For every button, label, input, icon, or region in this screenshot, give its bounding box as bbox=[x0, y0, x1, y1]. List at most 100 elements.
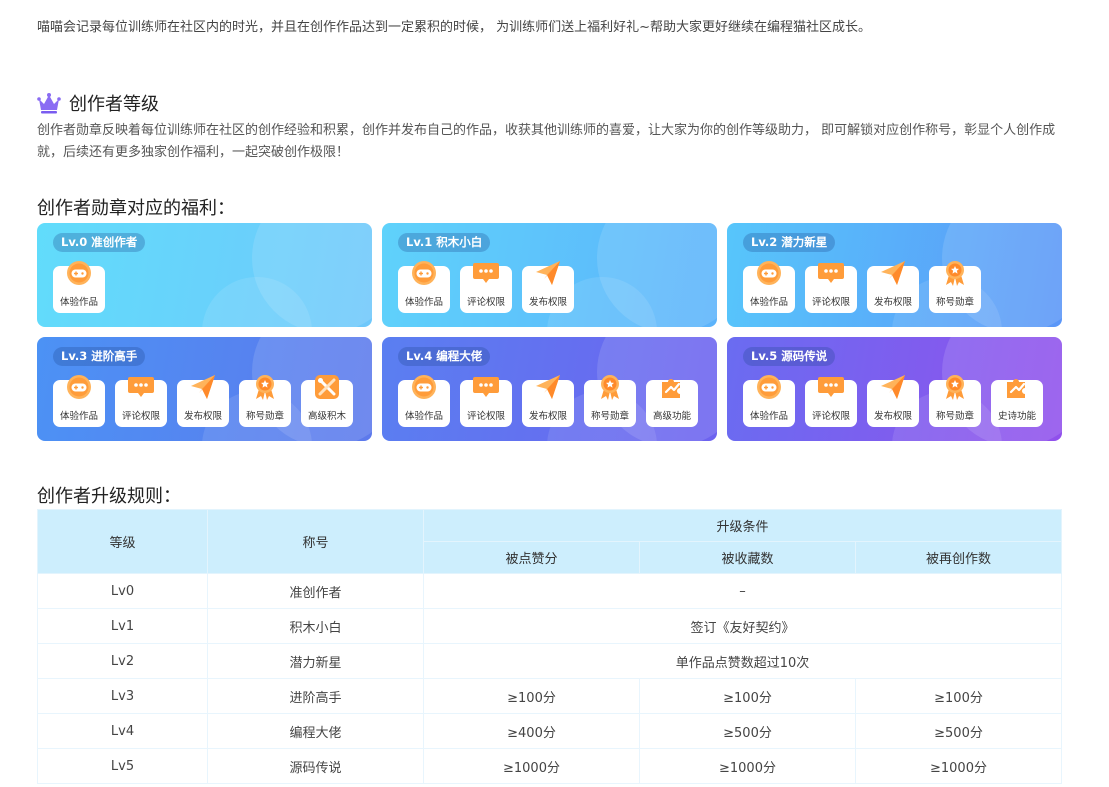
benefit-card-lv2: Lv.2 潜力新星体验作品 评论权限 发布权限 称号勋章 bbox=[727, 223, 1062, 327]
level-section-header: 创作者等级 bbox=[37, 90, 159, 116]
header-level: 等级 bbox=[37, 509, 208, 574]
level-badge: Lv.0 准创作者 bbox=[53, 233, 146, 252]
cell-level: Lv2 bbox=[37, 643, 208, 679]
table-row: Lv3 进阶高手 ≥100分 ≥100分 ≥100分 bbox=[37, 678, 1062, 714]
perk-label: 发布权限 bbox=[873, 297, 912, 308]
perk-list: 体验作品 评论权限 发布权限 称号勋章 高级功能 bbox=[398, 375, 698, 427]
header-favorites: 被收藏数 bbox=[639, 541, 856, 574]
header-title: 称号 bbox=[207, 509, 424, 574]
perk-label: 发布权限 bbox=[873, 411, 912, 422]
comment-icon bbox=[818, 374, 844, 400]
header-conditions: 升级条件 bbox=[423, 509, 1062, 542]
table-row: Lv2 潜力新星 单作品点赞数超过10次 bbox=[37, 643, 1062, 679]
level-badge: Lv.4 编程大佬 bbox=[398, 347, 491, 366]
cell-condition: 单作品点赞数超过10次 bbox=[423, 643, 1062, 679]
perk-item: 体验作品 bbox=[53, 261, 105, 313]
cell-title: 潜力新星 bbox=[207, 643, 424, 679]
paper-plane-icon bbox=[190, 374, 216, 400]
perk-item: 发布权限 bbox=[177, 375, 229, 427]
gamepad-icon bbox=[756, 374, 782, 400]
crown-icon bbox=[37, 93, 61, 114]
cell-favorites: ≥500分 bbox=[639, 713, 856, 749]
cell-remixes: ≥100分 bbox=[855, 678, 1062, 714]
comment-icon bbox=[128, 374, 154, 400]
perk-label: 发布权限 bbox=[528, 411, 567, 422]
perk-label: 体验作品 bbox=[749, 297, 788, 308]
paper-plane-icon bbox=[535, 260, 561, 286]
benefit-card-lv4: Lv.4 编程大佬 体验作品 评论权限 发布权限 称号勋章 高级功能 bbox=[382, 337, 717, 441]
puzzle-icon bbox=[659, 374, 685, 400]
perk-item: 体验作品 bbox=[398, 261, 450, 313]
cell-title: 准创作者 bbox=[207, 573, 424, 609]
perk-label: 高级功能 bbox=[652, 411, 691, 422]
perk-list: 体验作品 bbox=[53, 261, 105, 313]
perk-list: 体验作品 评论权限 发布权限 称号勋章 史诗功能 bbox=[743, 375, 1043, 427]
table-row: Lv1 积木小白 签订《友好契约》 bbox=[37, 608, 1062, 644]
perk-item: 高级功能 bbox=[646, 379, 698, 427]
perk-label: 评论权限 bbox=[466, 411, 505, 422]
perk-label: 称号勋章 bbox=[245, 411, 284, 422]
header-likes: 被点赞分 bbox=[423, 541, 640, 574]
perk-label: 体验作品 bbox=[59, 297, 98, 308]
cell-level: Lv1 bbox=[37, 608, 208, 644]
cell-level: Lv4 bbox=[37, 713, 208, 749]
perk-label: 体验作品 bbox=[404, 297, 443, 308]
level-badge: Lv.5 源码传说 bbox=[743, 347, 836, 366]
benefit-card-lv0: Lv.0 准创作者体验作品 bbox=[37, 223, 372, 327]
perk-item: 称号勋章 bbox=[929, 261, 981, 313]
perk-label: 高级积木 bbox=[307, 411, 346, 422]
cell-title: 积木小白 bbox=[207, 608, 424, 644]
perk-item: 史诗功能 bbox=[991, 379, 1043, 427]
cell-title: 源码传说 bbox=[207, 748, 424, 784]
perk-label: 发布权限 bbox=[183, 411, 222, 422]
medal-icon bbox=[942, 260, 968, 286]
cell-favorites: ≥1000分 bbox=[639, 748, 856, 784]
perk-list: 体验作品 评论权限 发布权限 称号勋章 bbox=[743, 261, 981, 313]
perk-list: 体验作品 评论权限 发布权限 bbox=[398, 261, 574, 313]
medal-icon bbox=[942, 374, 968, 400]
intro-text: 喵喵会记录每位训练师在社区内的时光，并且在创作作品达到一定累积的时候， 为训练师… bbox=[37, 20, 872, 35]
medal-icon bbox=[597, 374, 623, 400]
level-badge: Lv.3 进阶高手 bbox=[53, 347, 146, 366]
upgrade-rules-table: 等级 称号 升级条件 被点赞分 被收藏数 被再创作数 Lv0 准创作者 – Lv1 积木… bbox=[37, 509, 1062, 784]
level-badge: Lv.1 积木小白 bbox=[398, 233, 491, 252]
level-section-title: 创作者等级 bbox=[69, 94, 159, 115]
header-remixes: 被再创作数 bbox=[855, 541, 1062, 574]
cell-remixes: ≥1000分 bbox=[855, 748, 1062, 784]
table-row: Lv5 源码传说 ≥1000分 ≥1000分 ≥1000分 bbox=[37, 748, 1062, 784]
gamepad-icon bbox=[66, 260, 92, 286]
comment-icon bbox=[818, 260, 844, 286]
level-section-desc: 创作者勋章反映着每位训练师在社区的创作经验和积累，创作并发布自己的作品，收获其他… bbox=[37, 123, 1056, 160]
perk-item: 评论权限 bbox=[460, 377, 512, 427]
perk-label: 体验作品 bbox=[749, 411, 788, 422]
cell-favorites: ≥100分 bbox=[639, 678, 856, 714]
perk-item: 发布权限 bbox=[867, 375, 919, 427]
tools-icon bbox=[314, 374, 340, 400]
table-row: Lv0 准创作者 – bbox=[37, 573, 1062, 609]
level-badge: Lv.2 潜力新星 bbox=[743, 233, 836, 252]
perk-item: 称号勋章 bbox=[929, 375, 981, 427]
perk-label: 评论权限 bbox=[811, 411, 850, 422]
benefit-card-lv5: Lv.5 源码传说体验作品 评论权限 发布权限 称号勋章 史诗功能 bbox=[727, 337, 1062, 441]
perk-item: 评论权限 bbox=[805, 377, 857, 427]
perk-item: 评论权限 bbox=[460, 263, 512, 313]
cell-condition: 签订《友好契约》 bbox=[423, 608, 1062, 644]
perk-item: 发布权限 bbox=[867, 261, 919, 313]
perk-item: 体验作品 bbox=[53, 375, 105, 427]
perk-item: 高级积木 bbox=[301, 375, 353, 427]
cell-level: Lv3 bbox=[37, 678, 208, 714]
perk-label: 评论权限 bbox=[811, 297, 850, 308]
cell-title: 编程大佬 bbox=[207, 713, 424, 749]
perk-label: 称号勋章 bbox=[935, 297, 974, 308]
comment-icon bbox=[473, 374, 499, 400]
benefit-cards: Lv.0 准创作者 体验作品 Lv.1 积木小白 体验作品 评论权限 发布权限 Lv.2 潜… bbox=[37, 223, 1062, 441]
comment-icon bbox=[473, 260, 499, 286]
perk-item: 体验作品 bbox=[398, 375, 450, 427]
perk-label: 发布权限 bbox=[528, 297, 567, 308]
perk-item: 体验作品 bbox=[743, 261, 795, 313]
perk-label: 称号勋章 bbox=[935, 411, 974, 422]
perk-label: 体验作品 bbox=[404, 411, 443, 422]
medal-icon bbox=[252, 374, 278, 400]
cell-title: 进阶高手 bbox=[207, 678, 424, 714]
perk-list: 体验作品 评论权限 发布权限 称号勋章 高级积木 bbox=[53, 375, 353, 427]
